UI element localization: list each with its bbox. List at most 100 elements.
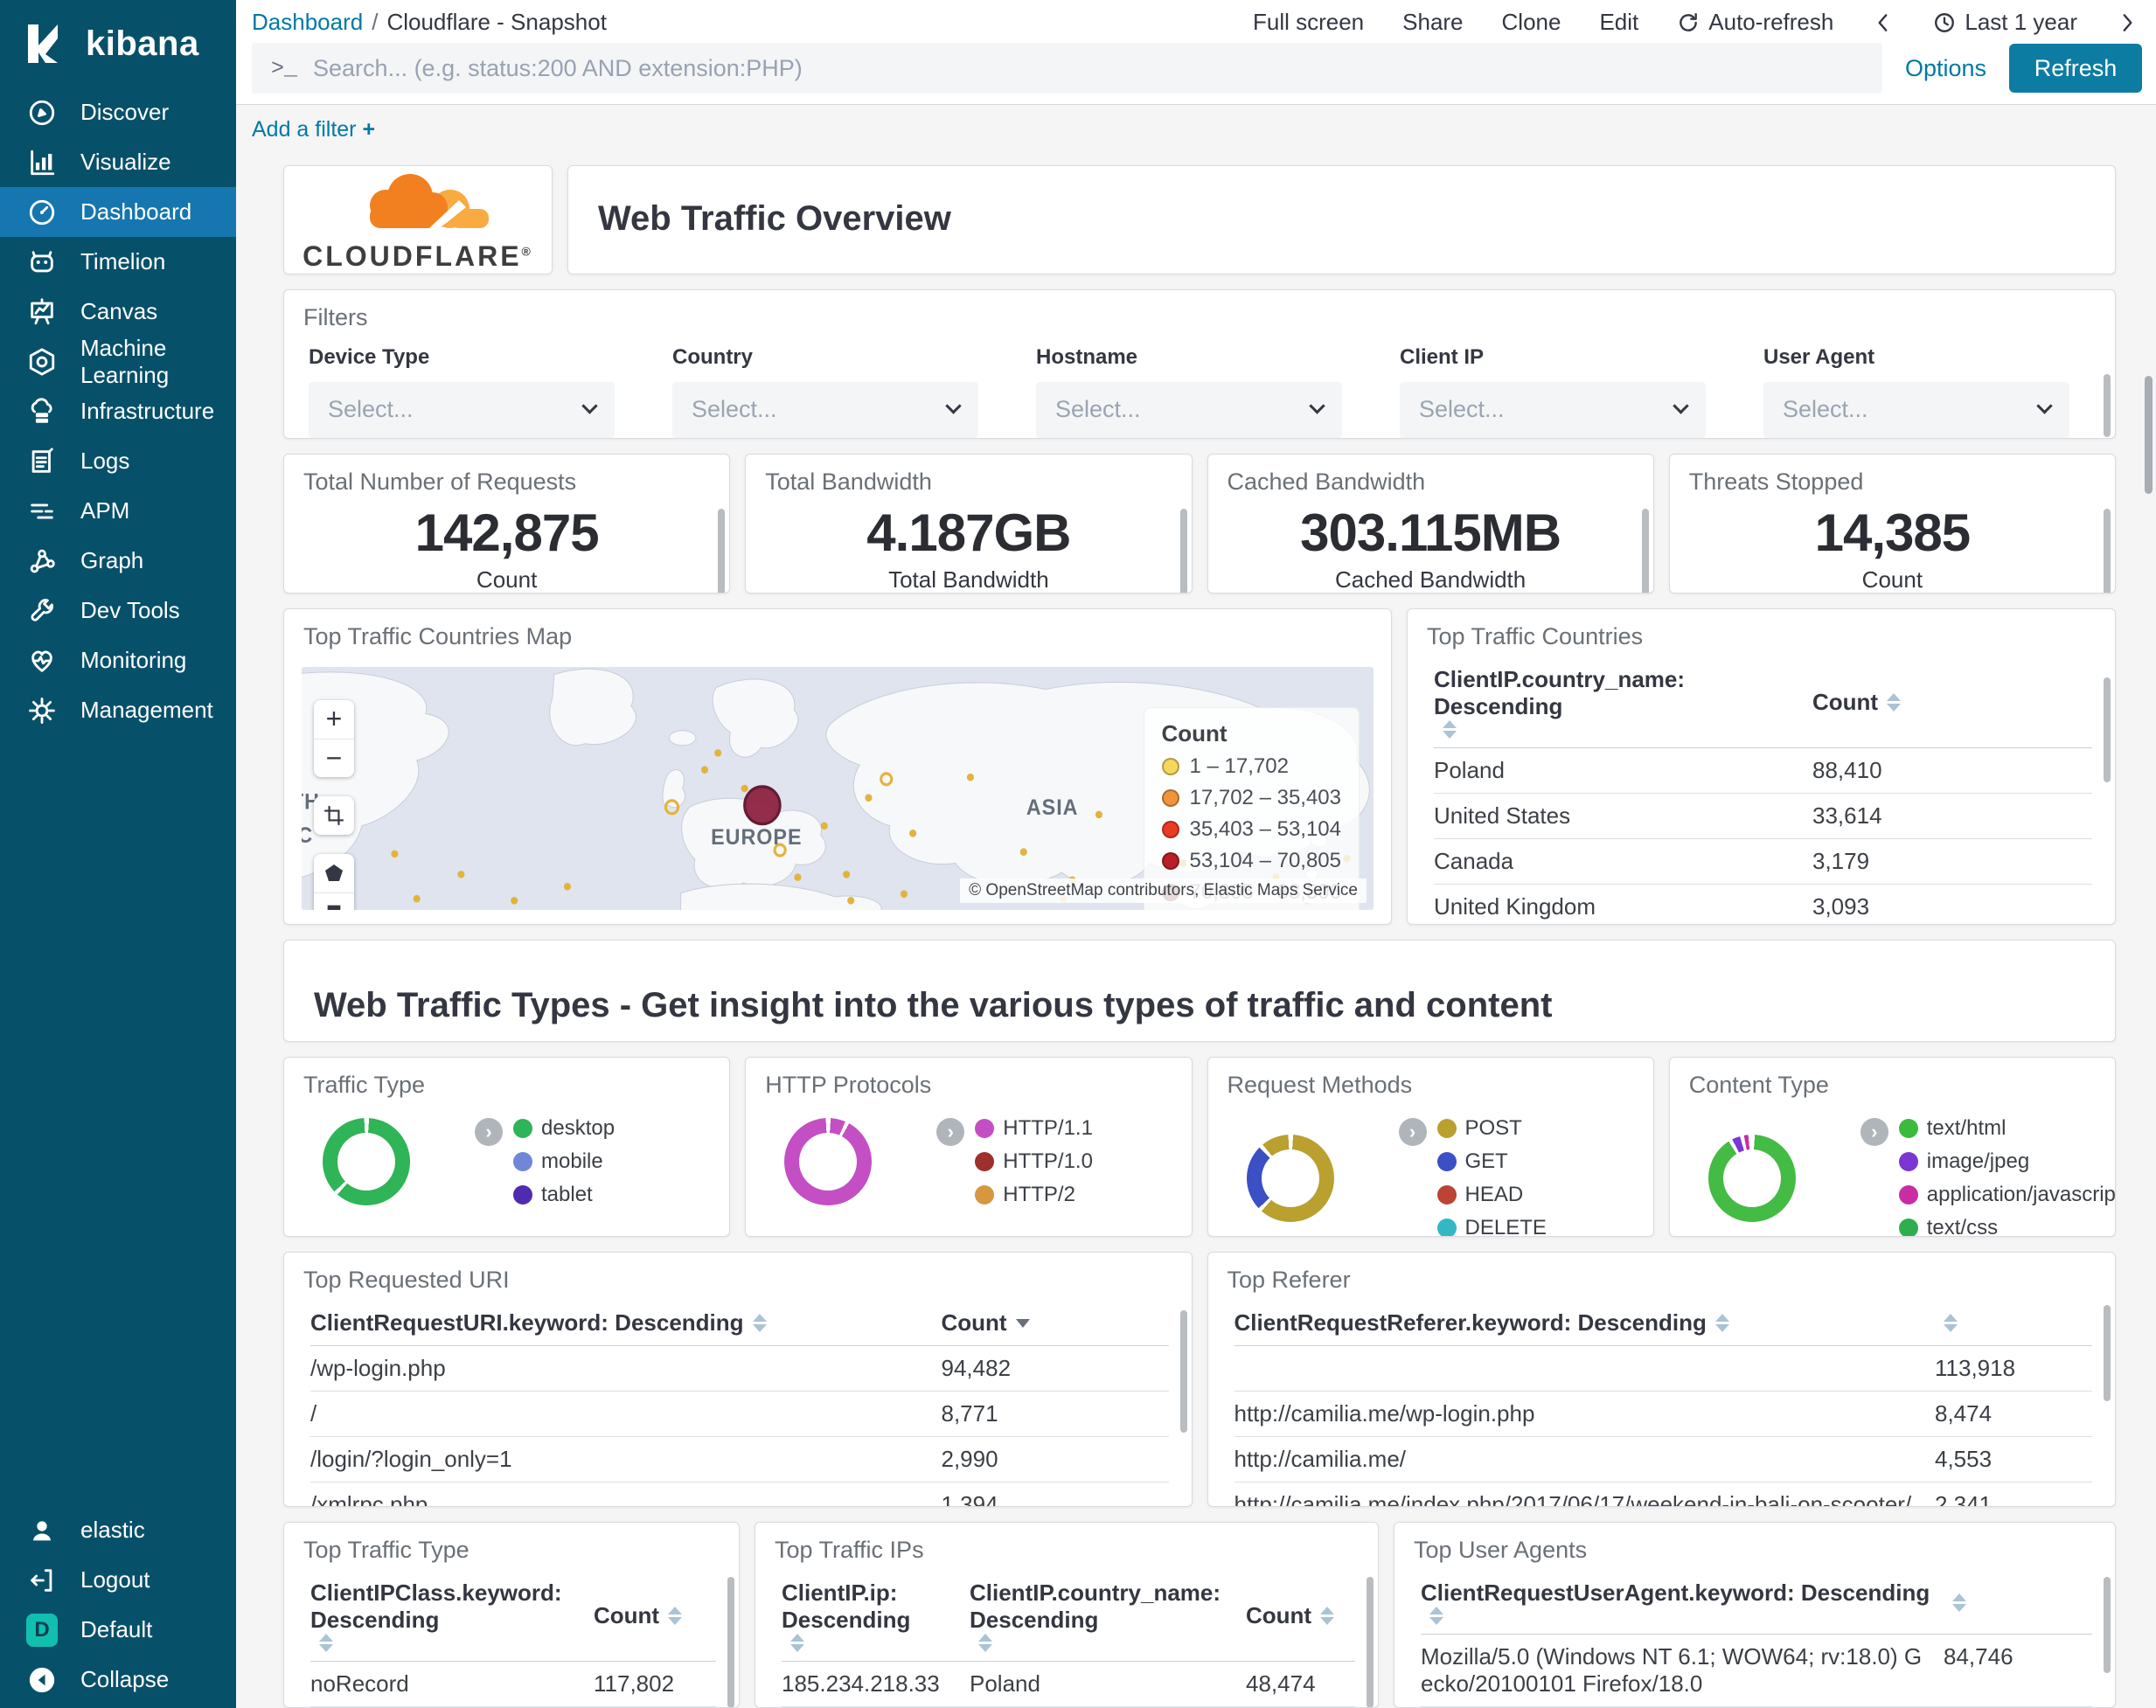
sidebar-item-infrastructure[interactable]: Infrastructure	[0, 386, 236, 436]
map-draw-polygon-button[interactable]	[314, 854, 354, 892]
column-header[interactable]: ClientRequestURI.keyword: Descending	[310, 1301, 942, 1345]
panel-scrollbar[interactable]	[1179, 508, 1187, 593]
legend-dot	[1161, 820, 1179, 838]
map-fit-bounds-button[interactable]	[314, 796, 354, 835]
clone-button[interactable]: Clone	[1502, 9, 1561, 36]
panel-scrollbar[interactable]	[1179, 1310, 1187, 1433]
world-map[interactable]: EUROPE ASIA TH IC + −	[302, 666, 1374, 910]
column-header[interactable]: ClientRequestReferer.keyword: Descending	[1234, 1301, 1936, 1345]
device-type-select[interactable]: Select...	[309, 381, 615, 438]
window-scrollbar[interactable]	[2145, 376, 2153, 494]
sort-icon[interactable]	[753, 1314, 767, 1332]
kibana-logo-text: kibana	[86, 24, 199, 63]
panel-scrollbar[interactable]	[2104, 373, 2111, 437]
panel-scrollbar[interactable]	[2104, 677, 2111, 782]
sidebar-item-monitoring[interactable]: Monitoring	[0, 635, 236, 685]
top-country-bubble[interactable]	[743, 784, 782, 825]
map-attribution[interactable]: © OpenStreetMap contributors, Elastic Ma…	[960, 878, 1367, 903]
sort-icon[interactable]	[668, 1607, 682, 1625]
sort-icon[interactable]	[1429, 1607, 1443, 1625]
legend-expand-icon[interactable]: ›	[1860, 1118, 1888, 1146]
share-button[interactable]: Share	[1402, 9, 1463, 36]
sort-icon[interactable]	[1715, 1314, 1729, 1332]
sidebar-item-timelion[interactable]: Timelion	[0, 237, 236, 287]
map-zoom-out-button[interactable]: −	[314, 738, 354, 777]
column-header[interactable]: Count	[1246, 1571, 1355, 1661]
panel-scrollbar[interactable]	[718, 508, 726, 593]
table-cell: /	[310, 1400, 317, 1427]
sidebar-item-discover[interactable]: Discover	[0, 87, 236, 137]
sort-icon[interactable]	[1320, 1607, 1334, 1625]
sidebar-item-logs[interactable]: Logs	[0, 436, 236, 486]
sidebar-item-canvas[interactable]: Canvas	[0, 287, 236, 337]
map-zoom-in-button[interactable]: +	[314, 700, 354, 739]
breadcrumb-dashboard-link[interactable]: Dashboard	[252, 9, 363, 36]
prev-time-chevron-icon[interactable]	[1872, 11, 1895, 34]
traffic-type-donut[interactable]	[323, 1118, 410, 1205]
country-select[interactable]: Select...	[672, 381, 978, 438]
table-cell	[1234, 1346, 1936, 1391]
sidebar-item-apm[interactable]: APM	[0, 486, 236, 536]
column-header[interactable]: ClientIP.ip: Descending	[782, 1571, 970, 1661]
search-input[interactable]: >_ Search... (e.g. status:200 AND extens…	[252, 43, 1882, 94]
add-filter-link[interactable]: Add a filter +	[252, 117, 375, 142]
http-protocols-donut[interactable]	[784, 1118, 873, 1205]
table-row: /xmlrpc.php 1,394	[310, 1482, 1169, 1506]
sort-icon[interactable]	[319, 1634, 333, 1652]
column-header[interactable]: ClientIP.country_name: Descending	[970, 1571, 1246, 1661]
top-traffic-type-table: ClientIPClass.keyword: Descending Count no…	[284, 1569, 739, 1707]
edit-button[interactable]: Edit	[1599, 9, 1638, 36]
sort-icon[interactable]	[978, 1634, 992, 1652]
hostname-select[interactable]: Select...	[1036, 381, 1342, 438]
sidebar-item-visualize[interactable]: Visualize	[0, 137, 236, 187]
sort-icon[interactable]	[1016, 1319, 1030, 1328]
sidebar-item-logout[interactable]: Logout	[0, 1555, 236, 1605]
wrench-icon	[26, 595, 58, 627]
metric-value: 4.187GB	[866, 503, 1071, 562]
panel-scrollbar[interactable]	[2104, 508, 2111, 593]
sort-icon[interactable]	[1944, 1314, 1958, 1332]
column-header[interactable]: Count	[594, 1571, 716, 1661]
column-header[interactable]	[1944, 1571, 2092, 1634]
panel-scrollbar[interactable]	[1641, 508, 1649, 593]
sidebar-item-graph[interactable]: Graph	[0, 536, 236, 586]
column-header[interactable]	[1935, 1301, 2092, 1345]
panel-scrollbar[interactable]	[2104, 1577, 2111, 1673]
top-traffic-countries-panel: Top Traffic Countries ClientIP.country_n…	[1407, 608, 2116, 925]
sidebar-item-dev-tools[interactable]: Dev Tools	[0, 586, 236, 635]
column-header[interactable]: ClientRequestUserAgent.keyword: Descendi…	[1421, 1571, 1944, 1634]
panel-scrollbar[interactable]	[2104, 1305, 2111, 1401]
sort-icon[interactable]	[1443, 720, 1457, 739]
time-range-picker[interactable]: Last 1 year	[1933, 9, 2077, 36]
sidebar-item-space-default[interactable]: D Default	[0, 1605, 236, 1655]
legend-expand-icon[interactable]: ›	[1398, 1118, 1427, 1146]
sidebar-item-machine-learning[interactable]: Machine Learning	[0, 335, 236, 388]
options-link[interactable]: Options	[1905, 55, 1986, 82]
next-time-chevron-icon[interactable]	[2116, 11, 2139, 34]
request-methods-donut[interactable]	[1246, 1135, 1334, 1222]
sort-icon[interactable]	[1887, 693, 1901, 712]
client-ip-select[interactable]: Select...	[1400, 381, 1706, 438]
column-header[interactable]: ClientIP.country_name: Descending	[1434, 657, 1812, 747]
kibana-logo[interactable]: kibana	[0, 0, 236, 87]
content-type-donut[interactable]	[1707, 1135, 1796, 1222]
legend-expand-icon[interactable]: ›	[475, 1118, 503, 1146]
sort-icon[interactable]	[1952, 1593, 1966, 1612]
panel-scrollbar[interactable]	[727, 1577, 734, 1707]
map-draw-rect-button[interactable]	[314, 892, 354, 910]
user-agent-select[interactable]: Select...	[1763, 381, 2069, 438]
sidebar-item-user[interactable]: elastic	[0, 1505, 236, 1555]
sidebar-item-management[interactable]: Management	[0, 685, 236, 735]
panel-scrollbar[interactable]	[1367, 1577, 1374, 1707]
dashboard-grid: CLOUDFLARE® Web Traffic Overview Filters…	[236, 155, 2156, 1708]
refresh-button[interactable]: Refresh	[2009, 44, 2142, 93]
sidebar-item-collapse[interactable]: Collapse	[0, 1655, 236, 1705]
sort-icon[interactable]	[790, 1634, 804, 1652]
sidebar-item-dashboard[interactable]: Dashboard	[0, 187, 236, 237]
full-screen-button[interactable]: Full screen	[1253, 9, 1364, 36]
column-header[interactable]: Count	[942, 1301, 1169, 1345]
auto-refresh-button[interactable]: Auto-refresh	[1677, 9, 1833, 36]
column-header[interactable]: ClientIPClass.keyword: Descending	[310, 1571, 594, 1661]
legend-expand-icon[interactable]: ›	[936, 1118, 965, 1146]
column-header[interactable]: Count	[1812, 657, 2092, 747]
